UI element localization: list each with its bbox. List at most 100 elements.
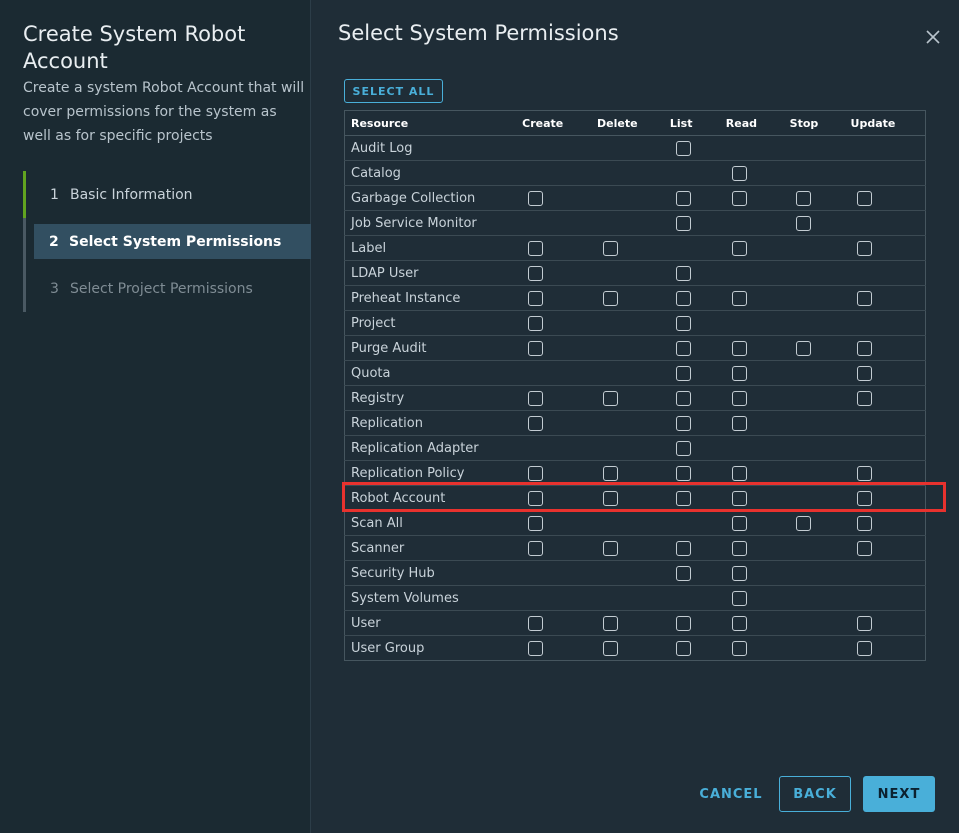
close-icon[interactable] — [924, 28, 942, 46]
permission-checkbox-create[interactable] — [528, 615, 544, 631]
permission-checkbox-stop[interactable] — [795, 340, 811, 356]
permission-checkbox-create[interactable] — [528, 490, 544, 506]
permission-checkbox-stop[interactable] — [795, 215, 811, 231]
permission-checkbox-read[interactable] — [731, 515, 747, 531]
back-button[interactable]: BACK — [779, 776, 851, 812]
permission-checkbox-list[interactable] — [675, 640, 691, 656]
permission-checkbox-create[interactable] — [528, 415, 544, 431]
permission-checkbox-delete[interactable] — [603, 540, 619, 556]
permission-checkbox-list[interactable] — [675, 140, 691, 156]
resource-name: Security Hub — [344, 560, 523, 586]
permission-checkbox-list[interactable] — [675, 565, 691, 581]
permission-cell — [789, 510, 851, 536]
table-row: Label — [344, 235, 926, 261]
permission-checkbox-read[interactable] — [731, 190, 747, 206]
permission-checkbox-read[interactable] — [731, 565, 747, 581]
permission-checkbox-update[interactable] — [856, 365, 872, 381]
permission-checkbox-delete[interactable] — [603, 240, 619, 256]
permission-checkbox-list[interactable] — [675, 415, 691, 431]
permission-cell — [789, 160, 851, 186]
permission-checkbox-update[interactable] — [856, 615, 872, 631]
permission-checkbox-read[interactable] — [731, 465, 747, 481]
permission-cell — [789, 385, 851, 411]
permission-checkbox-stop[interactable] — [795, 190, 811, 206]
permission-checkbox-update[interactable] — [856, 640, 872, 656]
permission-checkbox-create[interactable] — [528, 315, 544, 331]
permission-checkbox-delete[interactable] — [603, 490, 619, 506]
step-select-project-permissions[interactable]: 3 Select Project Permissions — [23, 265, 311, 312]
permission-cell — [522, 610, 598, 636]
permission-checkbox-read[interactable] — [731, 290, 747, 306]
wizard-description: Create a system Robot Account that will … — [23, 80, 305, 144]
resource-name: Replication Adapter — [344, 435, 523, 461]
permission-checkbox-list[interactable] — [675, 365, 691, 381]
permission-checkbox-create[interactable] — [528, 465, 544, 481]
permission-cell — [597, 135, 670, 161]
permission-checkbox-create[interactable] — [528, 640, 544, 656]
permission-checkbox-delete[interactable] — [603, 615, 619, 631]
permission-checkbox-create[interactable] — [528, 540, 544, 556]
permission-cell — [522, 460, 598, 486]
permission-checkbox-read[interactable] — [731, 640, 747, 656]
permission-checkbox-list[interactable] — [675, 315, 691, 331]
permission-checkbox-list[interactable] — [675, 215, 691, 231]
permission-checkbox-update[interactable] — [856, 190, 872, 206]
permission-checkbox-delete[interactable] — [603, 465, 619, 481]
step-select-system-permissions[interactable]: 2 Select System Permissions — [34, 224, 311, 259]
permission-cell — [522, 135, 598, 161]
cancel-button[interactable]: CANCEL — [690, 776, 772, 812]
permission-cell — [850, 410, 926, 436]
permission-checkbox-list[interactable] — [675, 190, 691, 206]
permission-checkbox-update[interactable] — [856, 390, 872, 406]
permission-checkbox-delete[interactable] — [603, 290, 619, 306]
permission-checkbox-delete[interactable] — [603, 390, 619, 406]
permission-checkbox-create[interactable] — [528, 515, 544, 531]
select-all-button[interactable]: SELECT ALL — [344, 79, 443, 103]
permission-checkbox-create[interactable] — [528, 190, 544, 206]
permission-checkbox-update[interactable] — [856, 240, 872, 256]
permission-checkbox-update[interactable] — [856, 515, 872, 531]
permission-checkbox-create[interactable] — [528, 265, 544, 281]
permission-checkbox-create[interactable] — [528, 340, 544, 356]
permission-checkbox-read[interactable] — [731, 490, 747, 506]
permission-checkbox-create[interactable] — [528, 290, 544, 306]
permission-checkbox-update[interactable] — [856, 490, 872, 506]
permission-cell — [851, 636, 926, 661]
permission-cell — [522, 385, 598, 411]
permission-checkbox-list[interactable] — [675, 465, 691, 481]
step-basic-information[interactable]: 1 Basic Information — [23, 171, 311, 218]
permission-checkbox-update[interactable] — [856, 290, 872, 306]
permission-checkbox-create[interactable] — [528, 240, 544, 256]
permission-cell — [725, 135, 790, 161]
permission-checkbox-read[interactable] — [731, 390, 747, 406]
permission-checkbox-list[interactable] — [675, 440, 691, 456]
permission-checkbox-list[interactable] — [675, 265, 691, 281]
permission-cell — [725, 435, 790, 461]
permission-checkbox-list[interactable] — [675, 615, 691, 631]
permission-checkbox-read[interactable] — [731, 240, 747, 256]
permission-cell — [522, 285, 598, 311]
permission-checkbox-list[interactable] — [675, 290, 691, 306]
permission-checkbox-update[interactable] — [856, 465, 872, 481]
permission-checkbox-update[interactable] — [856, 540, 872, 556]
permission-cell — [669, 235, 726, 261]
permission-cell — [669, 335, 726, 361]
permission-checkbox-list[interactable] — [675, 540, 691, 556]
permission-checkbox-list[interactable] — [675, 390, 691, 406]
permission-cell — [850, 160, 926, 186]
permission-checkbox-read[interactable] — [731, 165, 747, 181]
permission-checkbox-create[interactable] — [528, 390, 544, 406]
permission-checkbox-update[interactable] — [856, 340, 872, 356]
permission-checkbox-read[interactable] — [731, 590, 747, 606]
permission-checkbox-list[interactable] — [675, 340, 691, 356]
permission-checkbox-read[interactable] — [731, 365, 747, 381]
permission-checkbox-read[interactable] — [731, 340, 747, 356]
permission-checkbox-list[interactable] — [675, 490, 691, 506]
permission-checkbox-read[interactable] — [731, 540, 747, 556]
permission-checkbox-read[interactable] — [731, 415, 747, 431]
next-button[interactable]: NEXT — [863, 776, 935, 812]
permission-checkbox-read[interactable] — [731, 615, 747, 631]
permission-checkbox-delete[interactable] — [603, 640, 619, 656]
permission-cell — [669, 460, 726, 486]
permission-checkbox-stop[interactable] — [795, 515, 811, 531]
